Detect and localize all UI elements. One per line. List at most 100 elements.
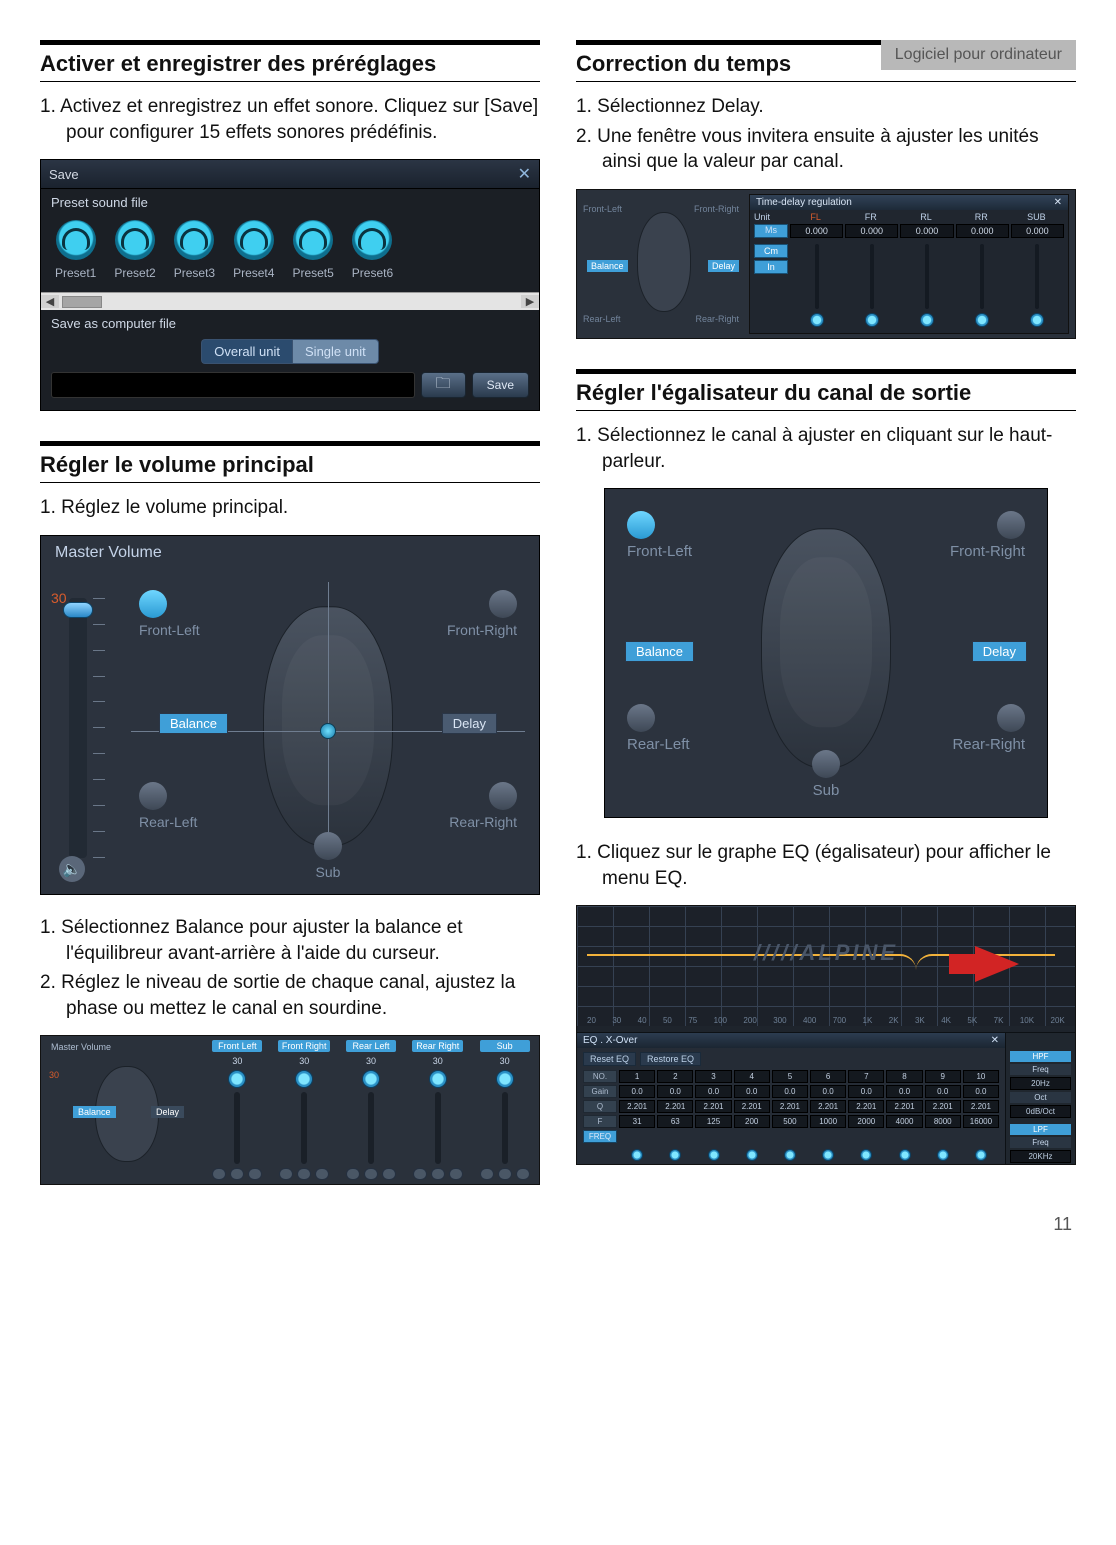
speaker-icon — [997, 704, 1025, 732]
preset-item[interactable]: Preset3 — [174, 220, 215, 280]
save-path-input[interactable] — [51, 372, 415, 398]
close-icon[interactable]: ✕ — [518, 164, 531, 184]
master-volume-title: Master Volume — [55, 544, 162, 562]
preset-item[interactable]: Preset2 — [114, 220, 155, 280]
ms-unit-button[interactable]: Ms — [754, 224, 788, 238]
eq-band-knob[interactable] — [669, 1149, 681, 1161]
eq-band-knob[interactable] — [860, 1149, 872, 1161]
crosshair-dot[interactable] — [320, 723, 336, 739]
scroll-left-icon[interactable]: ◀ — [41, 295, 59, 308]
balance-tag[interactable]: Balance — [625, 641, 694, 662]
delay-value[interactable]: 0.000 — [1011, 224, 1064, 238]
restore-eq-button[interactable]: Restore EQ — [640, 1052, 701, 1066]
lpf-freq-value[interactable]: 20KHz — [1010, 1150, 1071, 1163]
hpf-freq-value[interactable]: 20Hz — [1010, 1077, 1071, 1090]
channel-knob[interactable] — [362, 1070, 380, 1088]
delay-slider-knob[interactable] — [1030, 313, 1044, 327]
scroll-thumb[interactable] — [62, 296, 102, 308]
reset-eq-button[interactable]: Reset EQ — [583, 1052, 636, 1066]
close-icon[interactable]: ✕ — [991, 1035, 999, 1046]
balance-tag[interactable]: Balance — [159, 713, 228, 734]
section-presets-heading: Activer et enregistrer des préréglages — [40, 40, 540, 82]
speaker-front-left[interactable]: Front-Left — [139, 590, 200, 638]
speaker-front-left[interactable]: Front-Left — [627, 511, 692, 560]
headphone-icon — [293, 220, 333, 260]
headphone-icon — [56, 220, 96, 260]
delay-slider-knob[interactable] — [865, 313, 879, 327]
scroll-right-icon[interactable]: ▶ — [521, 295, 539, 308]
channel-col[interactable]: Rear Left30 — [345, 1040, 398, 1180]
speaker-front-right[interactable]: Front-Right — [447, 590, 517, 638]
delay-tag[interactable]: Delay — [442, 713, 497, 734]
speaker-icon — [627, 704, 655, 732]
speaker-rear-right[interactable]: Rear-Right — [449, 782, 517, 830]
time-delay-dialog: Time-delay regulation ✕ Unit FL FR RL RR… — [749, 194, 1069, 334]
channel-knob[interactable] — [228, 1070, 246, 1088]
eq-graph[interactable]: /////ALPINE 20304050 75100200300 4007001… — [577, 906, 1075, 1026]
slider-knob[interactable] — [63, 602, 93, 618]
sec3-step-1: Sélectionnez Delay. — [576, 94, 1076, 120]
speaker-icon — [489, 782, 517, 810]
page-number: 11 — [1053, 1214, 1072, 1235]
eq-knob-row — [583, 1145, 999, 1161]
td-label-fl: Front-Left — [583, 204, 622, 214]
browse-button[interactable]: 🗀 — [421, 372, 466, 398]
eq-band-knob[interactable] — [975, 1149, 987, 1161]
overall-unit-toggle[interactable]: Overall unit — [201, 339, 292, 364]
eq-band-knob[interactable] — [784, 1149, 796, 1161]
preset-scrollbar[interactable]: ◀ ▶ — [41, 292, 539, 310]
delay-value[interactable]: 0.000 — [845, 224, 898, 238]
preset-item[interactable]: Preset1 — [55, 220, 96, 280]
hpf-oct-value[interactable]: 0dB/Oct — [1010, 1105, 1071, 1118]
header-category-tab: Logiciel pour ordinateur — [881, 40, 1076, 70]
preset-item[interactable]: Preset6 — [352, 220, 393, 280]
speaker-front-right[interactable]: Front-Right — [950, 511, 1025, 560]
preset-item[interactable]: Preset5 — [292, 220, 333, 280]
delay-tag[interactable]: Delay — [972, 641, 1027, 662]
channel-col[interactable]: Rear Right30 — [411, 1040, 464, 1180]
speaker-stage: Front-Left Front-Right Rear-Left Rear-Ri… — [131, 582, 525, 880]
eq-band-knob[interactable] — [631, 1149, 643, 1161]
cm-unit-button[interactable]: Cm — [754, 244, 788, 258]
eq-band-knob[interactable] — [746, 1149, 758, 1161]
delay-slider-knob[interactable] — [810, 313, 824, 327]
master-volume-slider[interactable] — [69, 598, 87, 858]
delay-value[interactable]: 0.000 — [900, 224, 953, 238]
speaker-rear-right[interactable]: Rear-Right — [952, 704, 1025, 753]
speaker-sub[interactable]: Sub — [812, 750, 840, 799]
speaker-rear-left[interactable]: Rear-Left — [139, 782, 197, 830]
single-unit-toggle[interactable]: Single unit — [292, 339, 379, 364]
td-balance-tag[interactable]: Balance — [587, 260, 628, 272]
eq-band-knob[interactable] — [937, 1149, 949, 1161]
channel-knob[interactable] — [429, 1070, 447, 1088]
td-label-rr: Rear-Right — [695, 314, 739, 324]
sec2-step-2: Sélectionnez Balance pour ajuster la bal… — [40, 915, 540, 966]
preset-item[interactable]: Preset4 — [233, 220, 274, 280]
unit-rl: RL — [898, 212, 953, 222]
eq-band-knob[interactable] — [822, 1149, 834, 1161]
in-unit-button[interactable]: In — [754, 260, 788, 274]
freq-button[interactable]: FREQ — [583, 1130, 617, 1143]
highlight-arrow-icon — [975, 946, 1019, 982]
delay-value[interactable]: 0.000 — [790, 224, 843, 238]
save-button[interactable]: Save — [472, 372, 529, 398]
speaker-sub[interactable]: Sub — [314, 832, 342, 880]
channel-col[interactable]: Front Right30 — [278, 1040, 331, 1180]
eq-band-knob[interactable] — [899, 1149, 911, 1161]
row-label-no: NO. — [583, 1070, 617, 1083]
delay-slider-knob[interactable] — [920, 313, 934, 327]
channel-col[interactable]: Front Left30 — [211, 1040, 264, 1180]
mute-icon[interactable]: 🔈 — [59, 856, 85, 882]
speaker-rear-left[interactable]: Rear-Left — [627, 704, 690, 753]
channel-knob[interactable] — [496, 1070, 514, 1088]
eq-band-knob[interactable] — [708, 1149, 720, 1161]
channel-knob[interactable] — [295, 1070, 313, 1088]
td-delay-tag[interactable]: Delay — [708, 260, 739, 272]
channel-col[interactable]: Sub30 — [478, 1040, 531, 1180]
delay-value[interactable]: 0.000 — [956, 224, 1009, 238]
delay-slider-knob[interactable] — [975, 313, 989, 327]
crossover-side-panel: HPF Freq 20Hz Oct 0dB/Oct LPF Freq 20KHz… — [1005, 1033, 1075, 1164]
mini-balance-tag[interactable]: Balance — [73, 1106, 116, 1118]
close-icon[interactable]: ✕ — [1054, 197, 1062, 208]
mini-delay-tag[interactable]: Delay — [151, 1106, 184, 1118]
